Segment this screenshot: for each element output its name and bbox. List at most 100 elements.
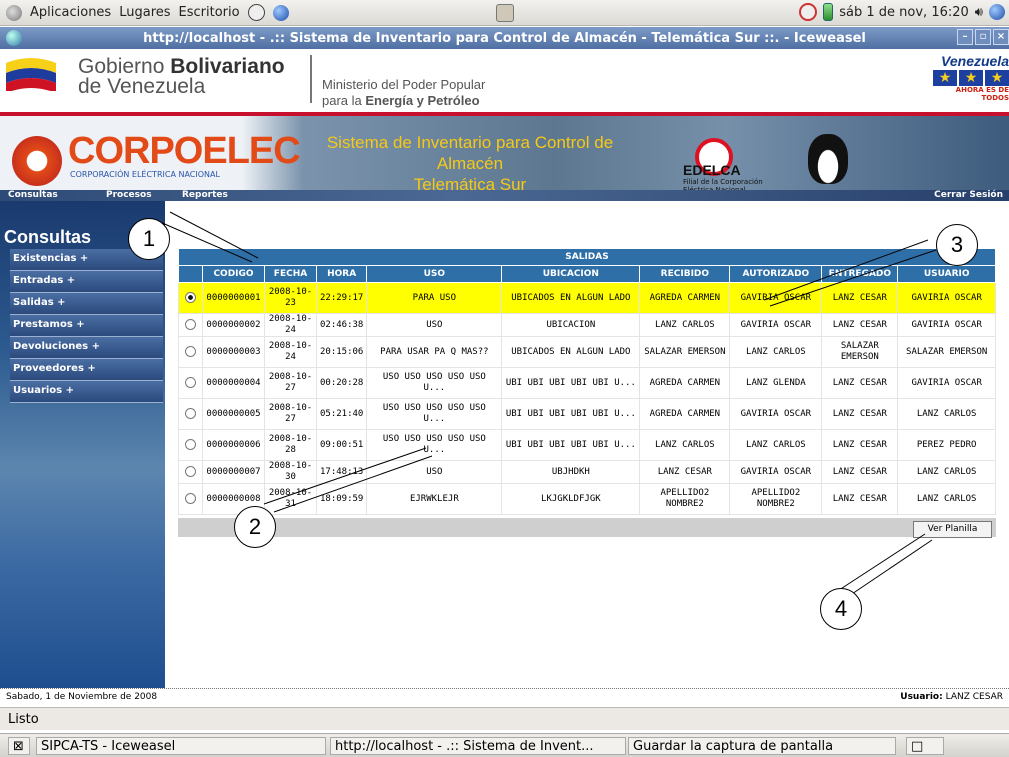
callout-1: 1 [128,218,170,260]
row-radio[interactable] [185,439,196,450]
nav-procesos[interactable]: Procesos [106,190,152,201]
venezuela-flag-icon [6,58,56,91]
row-radio[interactable] [185,493,196,504]
table-row[interactable]: 0000000006 2008-10-28 09:00:51 USO USO USO … [178,429,996,461]
task-localhost[interactable]: http://localhost - .:: Sistema de Invent… [330,737,626,755]
table-cell: UBI UBI UBI UBI UBI U... [501,367,641,399]
task-screenshot-label: Guardar la captura de pantalla [633,739,834,754]
ver-planilla-button[interactable]: Ver Planilla [913,521,992,538]
volume-icon[interactable]: 🔊︎ [975,5,983,20]
table-cell: GAVIRIA OSCAR [729,398,823,430]
help-icon[interactable] [247,4,265,21]
table-row[interactable]: 0000000005 2008-10-27 05:21:40 USO USO USO … [178,398,996,430]
table-cell: 0000000004 [202,367,265,399]
column-ubicacion: UBICACION [501,265,641,283]
row-select-cell [178,483,203,515]
table-cell: LANZ CARLOS [897,483,996,515]
network-disabled-icon[interactable] [799,3,818,21]
update-notifier-icon[interactable] [496,4,514,22]
table-row[interactable]: 0000000004 2008-10-27 00:20:28 USO USO USO … [178,367,996,399]
nav-consultas[interactable]: Consultas [8,190,58,201]
table-row[interactable]: 0000000007 2008-10-30 17:48:13 USO UBJHDKH LA… [178,460,996,484]
sidebar-item-prestamos[interactable]: Prestamos + [10,315,163,337]
table-cell: 22:29:17 [315,282,368,314]
table-cell: 2008-10-24 [264,313,317,337]
sidebar-item-salidas[interactable]: Salidas + [10,293,163,315]
table-cell: SALAZAR EMERSON [639,336,731,368]
table-cell: LANZ CARLOS [729,336,823,368]
applications-menu[interactable]: Aplicaciones [30,5,111,20]
venezuela-text: Venezuela [941,53,1009,69]
table-cell: 0000000002 [202,313,265,337]
places-menu[interactable]: Lugares [119,5,170,20]
table-cell: USO [366,313,503,337]
nav-reportes[interactable]: Reportes [182,190,228,201]
browser-launcher-icon[interactable] [272,4,289,21]
table-cell: AGREDA CARMEN [639,367,731,399]
table-cell: 0000000007 [202,460,265,484]
workspace-switcher[interactable]: □ [906,737,944,755]
table-cell: PARA USO [366,282,503,314]
column-entregado: ENTREGADO [821,265,899,283]
corpoelec-subtitle: CORPORACIÓN ELÉCTRICA NACIONAL [70,170,220,179]
row-radio[interactable] [185,319,196,330]
gnome-foot-icon[interactable] [6,4,22,21]
task-screenshot[interactable]: Guardar la captura de pantalla [628,737,896,755]
desktop-menu[interactable]: Escritorio [179,5,240,20]
column-autorizado: AUTORIZADO [729,265,823,283]
show-desktop-icon[interactable]: ⊠ [8,737,30,755]
row-radio[interactable] [185,346,196,357]
browser-status: Listo [0,707,1009,730]
table-cell: 2008-10-24 [264,336,317,368]
window-icon[interactable] [6,30,22,46]
task-iceweasel[interactable]: SIPCA-TS - Iceweasel [36,737,326,755]
table-cell: 09:00:51 [315,429,368,461]
close-button[interactable]: × [993,29,1009,45]
nav-logout[interactable]: Cerrar Sesión [934,190,1003,201]
table-cell: UBI UBI UBI UBI UBI U... [501,429,641,461]
row-select-cell [178,398,203,430]
table-cell: UBICADOS EN ALGUN LADO [501,336,641,368]
row-radio[interactable] [185,292,196,303]
table-cell: 2008-10-31 [264,483,317,515]
venezuela-slogan: AHORA ES DE TODOS [955,86,1009,102]
table-row[interactable]: 0000000008 2008-10-31 18:09:59 EJRWKLEJR LKJ… [178,483,996,515]
table-row[interactable]: 0000000003 2008-10-24 20:15:06 PARA USAR PA… [178,336,996,368]
sidebar-item-entradas[interactable]: Entradas + [10,271,163,293]
column-usuario: USUARIO [897,265,996,283]
maximize-button[interactable]: ▫ [975,29,991,45]
tux-penguin-icon [808,134,848,184]
table-cell: 18:09:59 [315,483,368,515]
battery-icon[interactable] [823,3,834,21]
table-cell: LANZ CESAR [821,460,899,484]
column-fecha: FECHA [264,265,317,283]
row-radio[interactable] [185,466,196,477]
callout-2: 2 [234,506,276,548]
column-uso: USO [366,265,503,283]
user-name: LANZ CESAR [945,692,1003,702]
clock[interactable]: sáb 1 de nov, 16:20 [839,5,969,20]
ministry-name: Ministerio del Poder Popular para la Ene… [322,77,485,109]
column-hora: HORA [315,265,368,283]
table-cell: GAVIRIA OSCAR [729,460,823,484]
table-cell: 20:15:06 [315,336,368,368]
sidebar-item-proveedores[interactable]: Proveedores + [10,359,163,381]
stars-icon: ★ ★ ★ [927,70,1009,86]
row-radio[interactable] [185,377,196,388]
table-cell: USO USO USO USO USO U... [366,429,503,461]
system-title: Sistema de Inventario para Control de Al… [292,132,648,195]
table-row[interactable]: 0000000001 2008-10-23 22:29:17 PARA USO UBIC… [178,282,996,314]
minimize-button[interactable]: – [957,29,973,45]
sidebar-item-usuarios[interactable]: Usuarios + [10,381,163,403]
table-caption: SALIDAS [178,248,996,266]
window-titlebar[interactable]: http://localhost - .:: Sistema de Invent… [0,27,1009,49]
sidebar-item-devoluciones[interactable]: Devoluciones + [10,337,163,359]
column-select [178,265,203,283]
table-cell: 2008-10-27 [264,367,317,399]
table-cell: LANZ CESAR [639,460,731,484]
table-row[interactable]: 0000000002 2008-10-24 02:46:38 USO UBICACION… [178,313,996,337]
row-radio[interactable] [185,408,196,419]
user-icon[interactable] [989,4,1005,20]
gnome-top-panel: Aplicaciones Lugares Escritorio sáb 1 de… [0,0,1009,26]
table-cell: LANZ CESAR [821,429,899,461]
